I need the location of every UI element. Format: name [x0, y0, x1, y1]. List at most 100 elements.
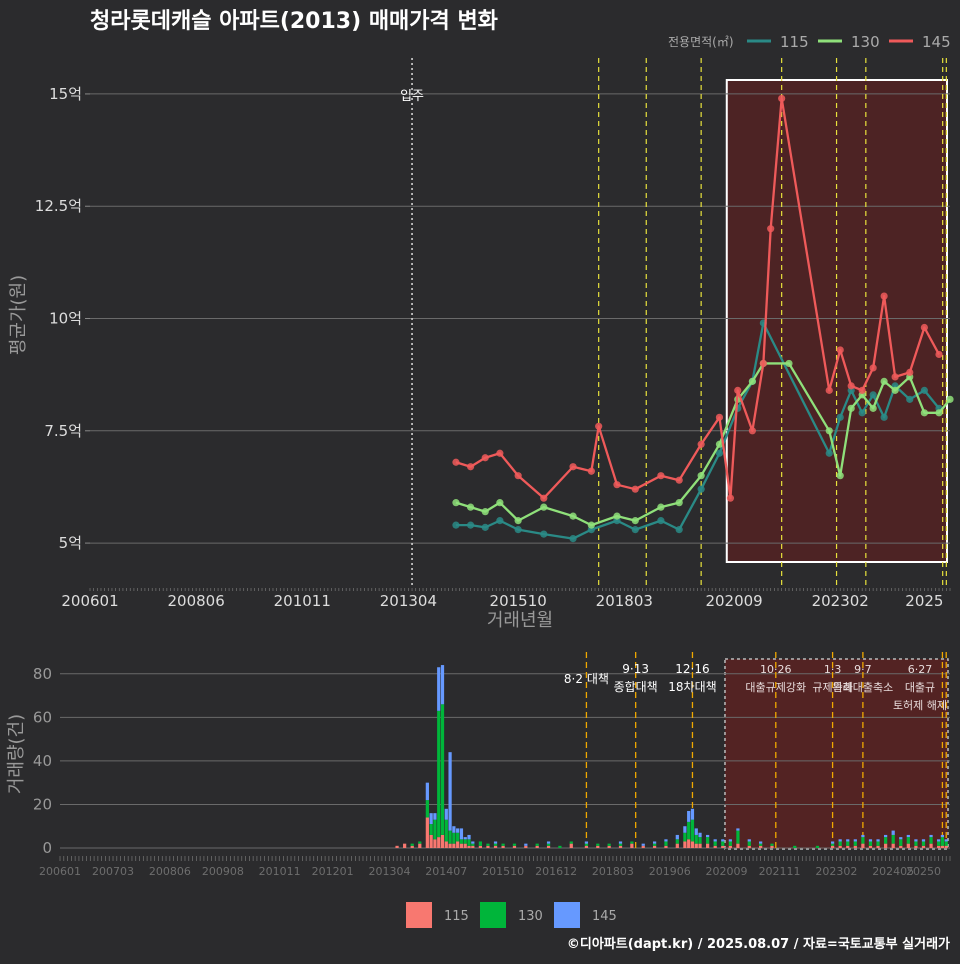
top-x-tick-label: 200806: [167, 592, 224, 610]
top-x-tick-label: 200601: [61, 592, 118, 610]
series-point-145: [697, 440, 705, 448]
volume-bar-145: [838, 839, 842, 842]
top-x-tick-label: 201510: [490, 592, 547, 610]
volume-bar-145: [747, 839, 751, 842]
volume-bar-130: [448, 830, 452, 844]
series-point-145: [767, 225, 775, 233]
volume-bar-130: [437, 710, 441, 838]
volume-bar-130: [558, 845, 562, 848]
volume-bar-115: [440, 834, 445, 848]
volume-bar-145: [641, 843, 645, 846]
volume-bar-115: [486, 845, 490, 848]
annotation-text: 9·7: [854, 663, 872, 676]
series-point-130: [540, 503, 548, 511]
volume-bar-145: [664, 839, 668, 842]
volume-bar-115: [512, 845, 517, 848]
volume-bar-115: [770, 845, 774, 848]
volume-bar-145: [448, 752, 452, 831]
volume-bar-115: [456, 841, 460, 848]
series-point-145: [481, 454, 489, 462]
volume-bar-115: [410, 845, 414, 848]
volume-bar-115: [899, 845, 903, 848]
volume-bar-145: [706, 834, 710, 838]
series-point-115: [675, 526, 683, 534]
volume-bar-115: [937, 845, 941, 848]
volume-bar-130: [546, 843, 551, 846]
bottom-x-tick-label: 201803: [592, 865, 634, 878]
volume-bar-145: [721, 839, 725, 842]
series-point-145: [726, 494, 735, 502]
bottom-y-axis-label: 거래량(건): [6, 714, 27, 794]
volume-bar-130: [630, 841, 634, 844]
volume-bar-130: [675, 839, 679, 844]
volume-bar-145: [618, 841, 623, 844]
volume-bar-145: [830, 841, 835, 844]
series-point-115: [657, 517, 665, 525]
volume-bar-130: [713, 841, 717, 846]
series-point-115: [496, 517, 504, 525]
volume-bar-130: [759, 843, 763, 846]
volume-bar-115: [721, 845, 725, 848]
volume-bar-145: [546, 841, 551, 844]
series-point-115: [514, 526, 522, 534]
bottom-x-tick-label: 201612: [535, 865, 577, 878]
series-point-145: [675, 476, 683, 484]
legend-title: 전용면적(㎡): [668, 35, 734, 49]
series-point-130: [748, 377, 756, 385]
series-point-115: [869, 391, 877, 399]
bottom-y-tick-label: 20: [33, 795, 52, 813]
series-point-130: [880, 377, 888, 385]
volume-bar-130: [728, 841, 732, 846]
volume-bar-130: [569, 841, 573, 844]
series-point-115: [452, 521, 460, 529]
volume-bar-145: [937, 839, 941, 842]
volume-bar-145: [425, 782, 429, 801]
volume-bar-115: [459, 843, 464, 848]
series-point-145: [778, 94, 786, 103]
volume-bar-145: [884, 834, 888, 838]
volume-bar-145: [736, 828, 740, 831]
series-point-130: [920, 409, 928, 417]
volume-bar-130: [906, 837, 910, 844]
volume-bar-145: [853, 839, 857, 842]
bottom-x-tick-label: 202302: [815, 865, 857, 878]
volume-bar-130: [721, 841, 725, 846]
volume-bar-130: [425, 800, 429, 818]
top-x-tick-label: 201304: [380, 592, 437, 610]
bottom-x-tick-label: 201011: [259, 865, 301, 878]
top-y-tick-label: 15억: [49, 85, 82, 103]
volume-bar-115: [914, 845, 918, 848]
volume-bar-115: [452, 843, 456, 848]
series-point-145: [825, 386, 833, 394]
volume-bar-130: [683, 832, 687, 842]
series-point-130: [452, 499, 460, 507]
series-point-145: [514, 472, 522, 480]
annotation-text: 12·16: [675, 662, 709, 676]
volume-bar-115: [429, 834, 433, 848]
series-point-130: [569, 512, 577, 520]
volume-bar-115: [906, 843, 910, 848]
volume-bar-145: [690, 808, 695, 820]
volume-bar-115: [664, 845, 668, 848]
volume-bar-130: [830, 843, 835, 846]
volume-bar-145: [456, 828, 460, 833]
volume-bar-130: [736, 830, 740, 844]
bottom-x-tick-label: 201906: [649, 865, 691, 878]
volume-bar-115: [607, 845, 611, 848]
volume-bar-145: [906, 834, 910, 838]
volume-bar-130: [937, 841, 941, 846]
series-point-145: [759, 359, 767, 368]
series-point-115: [858, 409, 866, 417]
volume-bar-115: [884, 843, 888, 848]
volume-bar-130: [433, 819, 437, 840]
volume-bar-115: [846, 845, 850, 848]
volume-bar-115: [694, 843, 698, 848]
credit-text: ©디아파트(dapt.kr) / 2025.08.07 / 자료=국토교통부 실…: [567, 936, 950, 952]
volume-bar-130: [410, 843, 414, 846]
annotation-text: 10·26: [760, 663, 792, 676]
volume-bar-130: [607, 843, 611, 846]
series-point-115: [880, 413, 888, 421]
top-y-axis-label: 평균가(원): [8, 275, 29, 355]
series-point-130: [697, 472, 705, 480]
annotation-text: 토허제 해제: [893, 698, 947, 712]
